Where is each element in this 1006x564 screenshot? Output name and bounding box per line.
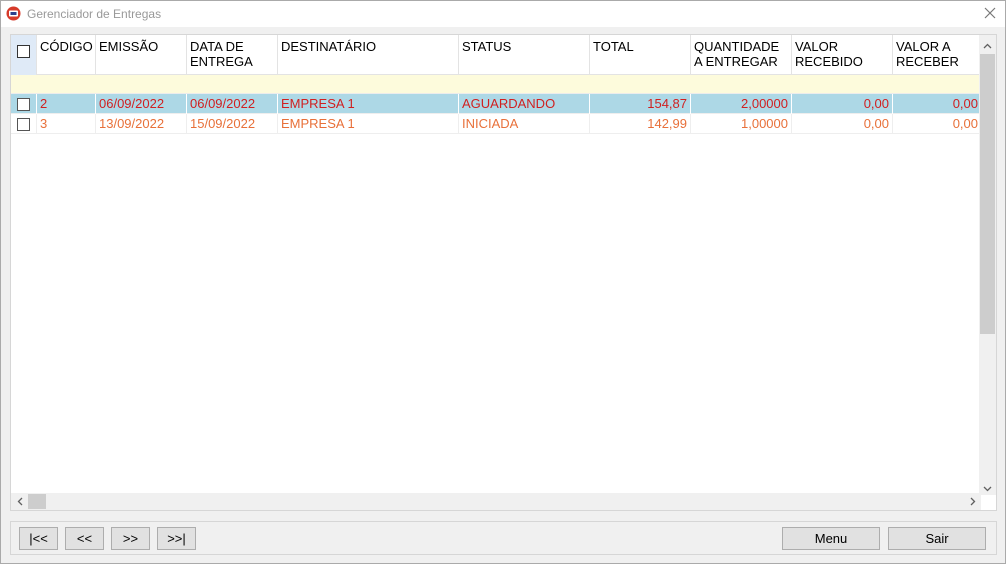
close-icon [984, 7, 996, 22]
cell-valor-recebido: 0,00 [792, 114, 893, 134]
column-header-valor-recebido[interactable]: VALOR RECEBIDO [792, 35, 893, 75]
chevron-up-icon [983, 37, 992, 52]
row-checkbox[interactable] [17, 97, 30, 111]
cell-valor-recebido: 0,00 [792, 94, 893, 114]
deliveries-grid[interactable]: CÓDIGO EMISSÃO DATA DE ENTREGA DESTINATÁ… [10, 34, 997, 511]
vertical-scrollbar[interactable] [979, 35, 996, 495]
horizontal-scrollbar[interactable] [11, 493, 981, 510]
title-bar: Gerenciador de Entregas [1, 1, 1005, 27]
cell-status: INICIADA [459, 114, 590, 134]
cell-quantidade: 1,00000 [691, 114, 792, 134]
chevron-down-icon [983, 480, 992, 495]
scroll-down-button[interactable] [979, 480, 996, 495]
grid-header: CÓDIGO EMISSÃO DATA DE ENTREGA DESTINATÁ… [11, 35, 981, 75]
column-header-total[interactable]: TOTAL [590, 35, 691, 75]
row-select-cell [11, 94, 37, 114]
column-header-destinatario[interactable]: DESTINATÁRIO [278, 35, 459, 75]
cell-valor-receber: 0,00 [952, 116, 978, 131]
scroll-up-button[interactable] [979, 37, 996, 52]
cell-data-entrega: 15/09/2022 [187, 114, 278, 134]
previous-record-button[interactable]: << [65, 527, 104, 550]
cell-destinatario: EMPRESA 1 [278, 114, 459, 134]
menu-button[interactable]: Menu [782, 527, 880, 550]
row-select-cell [11, 114, 37, 134]
table-row[interactable]: 3 13/09/2022 15/09/2022 EMPRESA 1 INICIA… [11, 114, 981, 134]
column-header-data-entrega[interactable]: DATA DE ENTREGA [187, 35, 278, 75]
cell-total: 142,99 [590, 114, 691, 134]
app-logo-icon [6, 6, 21, 21]
select-all-header [11, 35, 37, 75]
cell-destinatario: EMPRESA 1 [278, 94, 459, 114]
cell-emissao: 13/09/2022 [96, 114, 187, 134]
chevron-right-icon [970, 494, 976, 509]
chevron-left-icon [17, 494, 23, 509]
column-header-valor-receber[interactable]: VALOR A RECEBER [893, 35, 981, 75]
filter-row[interactable] [11, 75, 981, 94]
column-header-quantidade[interactable]: QUANTIDADE A ENTREGAR [691, 35, 792, 75]
close-button[interactable] [975, 1, 1005, 27]
window-title: Gerenciador de Entregas [27, 7, 162, 21]
main-window: Gerenciador de Entregas CÓDIGO EMISSÃO D… [0, 0, 1006, 564]
row-checkbox[interactable] [17, 117, 30, 131]
exit-button[interactable]: Sair [888, 527, 986, 550]
cell-emissao: 06/09/2022 [96, 94, 187, 114]
cell-total: 154,87 [590, 94, 691, 114]
column-header-codigo[interactable]: CÓDIGO [37, 35, 96, 75]
horizontal-scroll-thumb[interactable] [28, 494, 46, 509]
navigation-bar: |<< << >> >>| Menu Sair [10, 521, 997, 555]
cell-data-entrega: 06/09/2022 [187, 94, 278, 114]
scroll-left-button[interactable] [11, 493, 28, 510]
column-header-emissao[interactable]: EMISSÃO [96, 35, 187, 75]
cell-codigo: 2 [37, 94, 96, 114]
cell-status: AGUARDANDO [459, 94, 590, 114]
table-row[interactable]: 2 06/09/2022 06/09/2022 EMPRESA 1 AGUARD… [11, 94, 981, 114]
select-all-checkbox[interactable] [17, 45, 30, 58]
cell-codigo: 3 [37, 114, 96, 134]
cell-quantidade: 2,00000 [691, 94, 792, 114]
vertical-scroll-thumb[interactable] [980, 54, 995, 334]
column-header-status[interactable]: STATUS [459, 35, 590, 75]
last-record-button[interactable]: >>| [157, 527, 196, 550]
next-record-button[interactable]: >> [111, 527, 150, 550]
grid-rows: 2 06/09/2022 06/09/2022 EMPRESA 1 AGUARD… [11, 94, 981, 134]
cell-valor-receber: 0,00 [952, 96, 978, 111]
first-record-button[interactable]: |<< [19, 527, 58, 550]
scroll-right-button[interactable] [964, 493, 981, 510]
